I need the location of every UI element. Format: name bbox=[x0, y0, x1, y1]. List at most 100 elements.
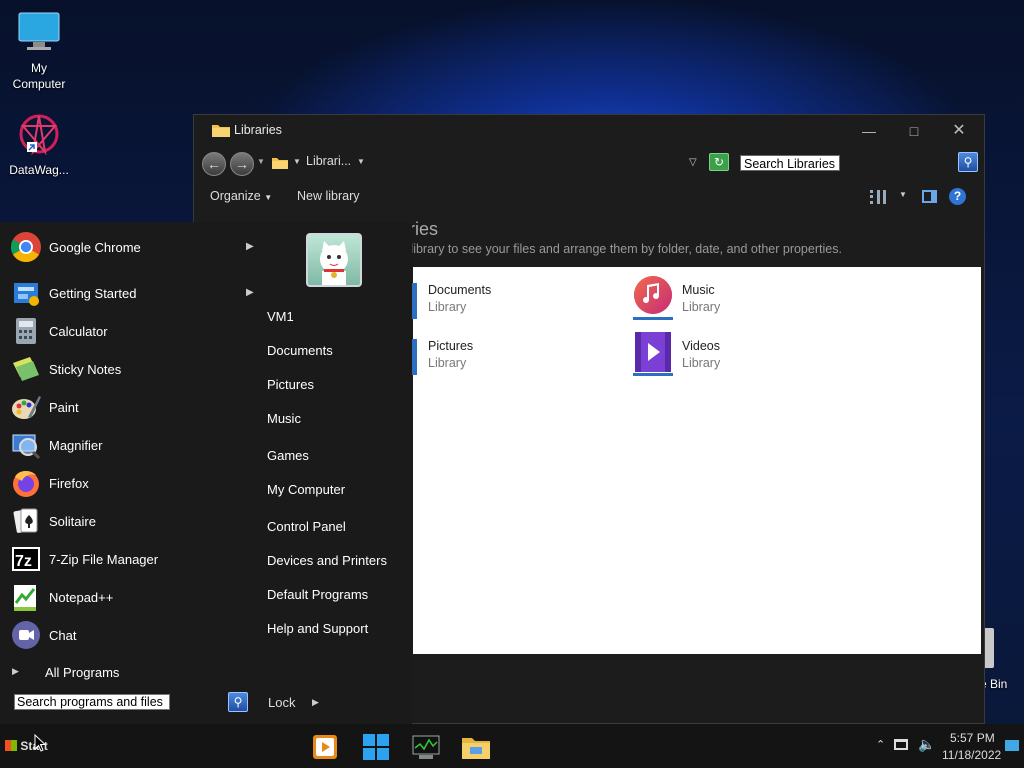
clock-time[interactable]: 5:57 PM bbox=[950, 731, 995, 745]
chat-icon bbox=[12, 621, 40, 649]
library-name: Music bbox=[682, 283, 715, 297]
program-label: Getting Started bbox=[49, 285, 137, 301]
windows-logo-icon bbox=[5, 740, 17, 751]
folder-icon bbox=[272, 158, 288, 169]
history-dropdown-icon[interactable]: ▼ bbox=[257, 157, 265, 166]
lucky-cat-icon bbox=[320, 241, 348, 285]
desktop-icon-datawag[interactable]: DataWag... bbox=[3, 112, 75, 178]
program-paint[interactable]: Paint bbox=[10, 390, 250, 424]
link-documents[interactable]: Documents bbox=[267, 343, 333, 358]
organize-label: Organize bbox=[210, 189, 261, 203]
link-music[interactable]: Music bbox=[267, 411, 301, 426]
help-icon[interactable]: ? bbox=[949, 188, 966, 205]
library-type: Library bbox=[428, 356, 467, 370]
command-bar: Organize ▼ New library ▼ ? bbox=[194, 183, 984, 209]
search-input[interactable]: Search Libraries bbox=[740, 155, 840, 171]
link-pictures[interactable]: Pictures bbox=[267, 377, 314, 392]
desktop-icon-my-computer[interactable]: My Computer bbox=[3, 10, 75, 92]
close-button[interactable]: ✕ bbox=[944, 121, 974, 141]
link-my-computer[interactable]: My Computer bbox=[267, 482, 345, 497]
preview-pane-icon[interactable] bbox=[922, 190, 937, 203]
monitor-icon bbox=[18, 12, 60, 50]
volume-icon[interactable]: 🔈 bbox=[918, 736, 935, 753]
start-search-input[interactable]: Search programs and files bbox=[14, 694, 170, 710]
datawag-icon bbox=[19, 114, 59, 156]
library-type: Library bbox=[682, 356, 721, 370]
view-dropdown-icon[interactable]: ▼ bbox=[899, 190, 907, 199]
network-icon[interactable] bbox=[894, 739, 908, 750]
start-search-icon[interactable]: ⚲ bbox=[228, 692, 248, 712]
libraries-heading: ries bbox=[409, 219, 439, 239]
link-control-panel[interactable]: Control Panel bbox=[267, 519, 346, 534]
all-programs[interactable]: All Programs bbox=[45, 665, 119, 680]
firefox-icon bbox=[13, 471, 39, 497]
folder-icon bbox=[212, 125, 230, 137]
search-icon[interactable]: ⚲ bbox=[958, 152, 978, 172]
lock-options-arrow-icon[interactable]: ▶ bbox=[312, 697, 319, 708]
library-documents[interactable]: Documents Library bbox=[428, 282, 491, 316]
program-label: Firefox bbox=[49, 475, 89, 491]
breadcrumb-dropdown-icon[interactable]: ▼ bbox=[357, 157, 365, 166]
program-notepad-plus-plus[interactable]: Notepad++ bbox=[10, 580, 250, 614]
sticky-notes-icon bbox=[13, 357, 39, 381]
link-devices-and-printers[interactable]: Devices and Printers bbox=[267, 553, 387, 568]
refresh-icon[interactable]: ↻ bbox=[709, 153, 729, 171]
program-7zip[interactable]: 7z 7-Zip File Manager bbox=[10, 542, 250, 576]
getting-started-icon bbox=[14, 283, 39, 306]
user-avatar[interactable] bbox=[306, 233, 362, 287]
address-dropdown-icon[interactable]: ▽ bbox=[689, 157, 697, 168]
new-library-button[interactable]: New library bbox=[297, 189, 360, 203]
program-label: 7-Zip File Manager bbox=[49, 551, 159, 567]
library-pictures[interactable]: Pictures Library bbox=[428, 338, 473, 372]
program-label: Calculator bbox=[49, 323, 108, 339]
program-google-chrome[interactable]: Google Chrome ▶ bbox=[10, 230, 254, 264]
window-title: Libraries bbox=[234, 123, 282, 137]
chrome-icon bbox=[10, 232, 41, 263]
lock-button[interactable]: Lock bbox=[268, 695, 295, 710]
file-explorer-icon[interactable] bbox=[461, 732, 491, 762]
library-videos[interactable]: Videos Library bbox=[682, 338, 720, 372]
program-firefox[interactable]: Firefox bbox=[10, 466, 250, 500]
library-music[interactable]: Music Library bbox=[682, 282, 720, 316]
program-solitaire[interactable]: Solitaire bbox=[10, 504, 250, 538]
user-name-link[interactable]: VM1 bbox=[267, 309, 294, 324]
task-manager-icon[interactable] bbox=[411, 732, 441, 762]
minimize-button[interactable]: — bbox=[854, 121, 884, 141]
start-menu[interactable]: Google Chrome ▶ Getting Started ▶ Calcul… bbox=[0, 222, 412, 724]
show-hidden-icons-button[interactable]: ⌃ bbox=[876, 738, 885, 751]
mouse-cursor-icon bbox=[34, 734, 46, 752]
program-calculator[interactable]: Calculator bbox=[10, 314, 250, 348]
submenu-arrow-icon: ▶ bbox=[246, 241, 254, 252]
show-desktop-icon[interactable] bbox=[1005, 740, 1019, 751]
view-options-icon[interactable] bbox=[870, 190, 886, 204]
title-bar[interactable]: Libraries — □ ✕ bbox=[194, 115, 984, 147]
breadcrumb[interactable]: Librari... bbox=[306, 154, 351, 168]
chevron-down-icon: ▼ bbox=[264, 193, 273, 202]
link-default-programs[interactable]: Default Programs bbox=[267, 587, 368, 602]
breadcrumb-chevron-icon[interactable]: ▼ bbox=[293, 157, 301, 166]
back-button[interactable]: ← bbox=[202, 152, 226, 176]
library-name: Documents bbox=[428, 283, 492, 297]
link-help-and-support[interactable]: Help and Support bbox=[267, 621, 368, 636]
paint-icon bbox=[12, 396, 41, 419]
calculator-icon bbox=[16, 318, 36, 344]
desktop-icon-label: My Computer bbox=[12, 61, 66, 91]
link-games[interactable]: Games bbox=[267, 448, 309, 463]
library-view[interactable]: Documents Library Pictures Library Music… bbox=[409, 267, 981, 654]
organize-menu[interactable]: Organize ▼ bbox=[210, 189, 272, 203]
program-label: Paint bbox=[49, 399, 79, 415]
program-magnifier[interactable]: Magnifier bbox=[10, 428, 250, 462]
library-name: Pictures bbox=[428, 339, 474, 353]
program-getting-started[interactable]: Getting Started ▶ bbox=[10, 276, 254, 310]
media-player-icon[interactable] bbox=[310, 732, 340, 762]
program-label: Chat bbox=[49, 627, 77, 643]
program-chat[interactable]: Chat bbox=[10, 618, 250, 652]
maximize-button[interactable]: □ bbox=[899, 121, 929, 141]
program-label: Google Chrome bbox=[49, 239, 141, 255]
program-label: Sticky Notes bbox=[49, 361, 122, 377]
windows-start-icon[interactable] bbox=[361, 732, 391, 762]
program-sticky-notes[interactable]: Sticky Notes bbox=[10, 352, 250, 386]
forward-button[interactable]: → bbox=[230, 152, 254, 176]
program-label: Solitaire bbox=[49, 513, 96, 529]
clock-date[interactable]: 11/18/2022 bbox=[942, 748, 1001, 762]
